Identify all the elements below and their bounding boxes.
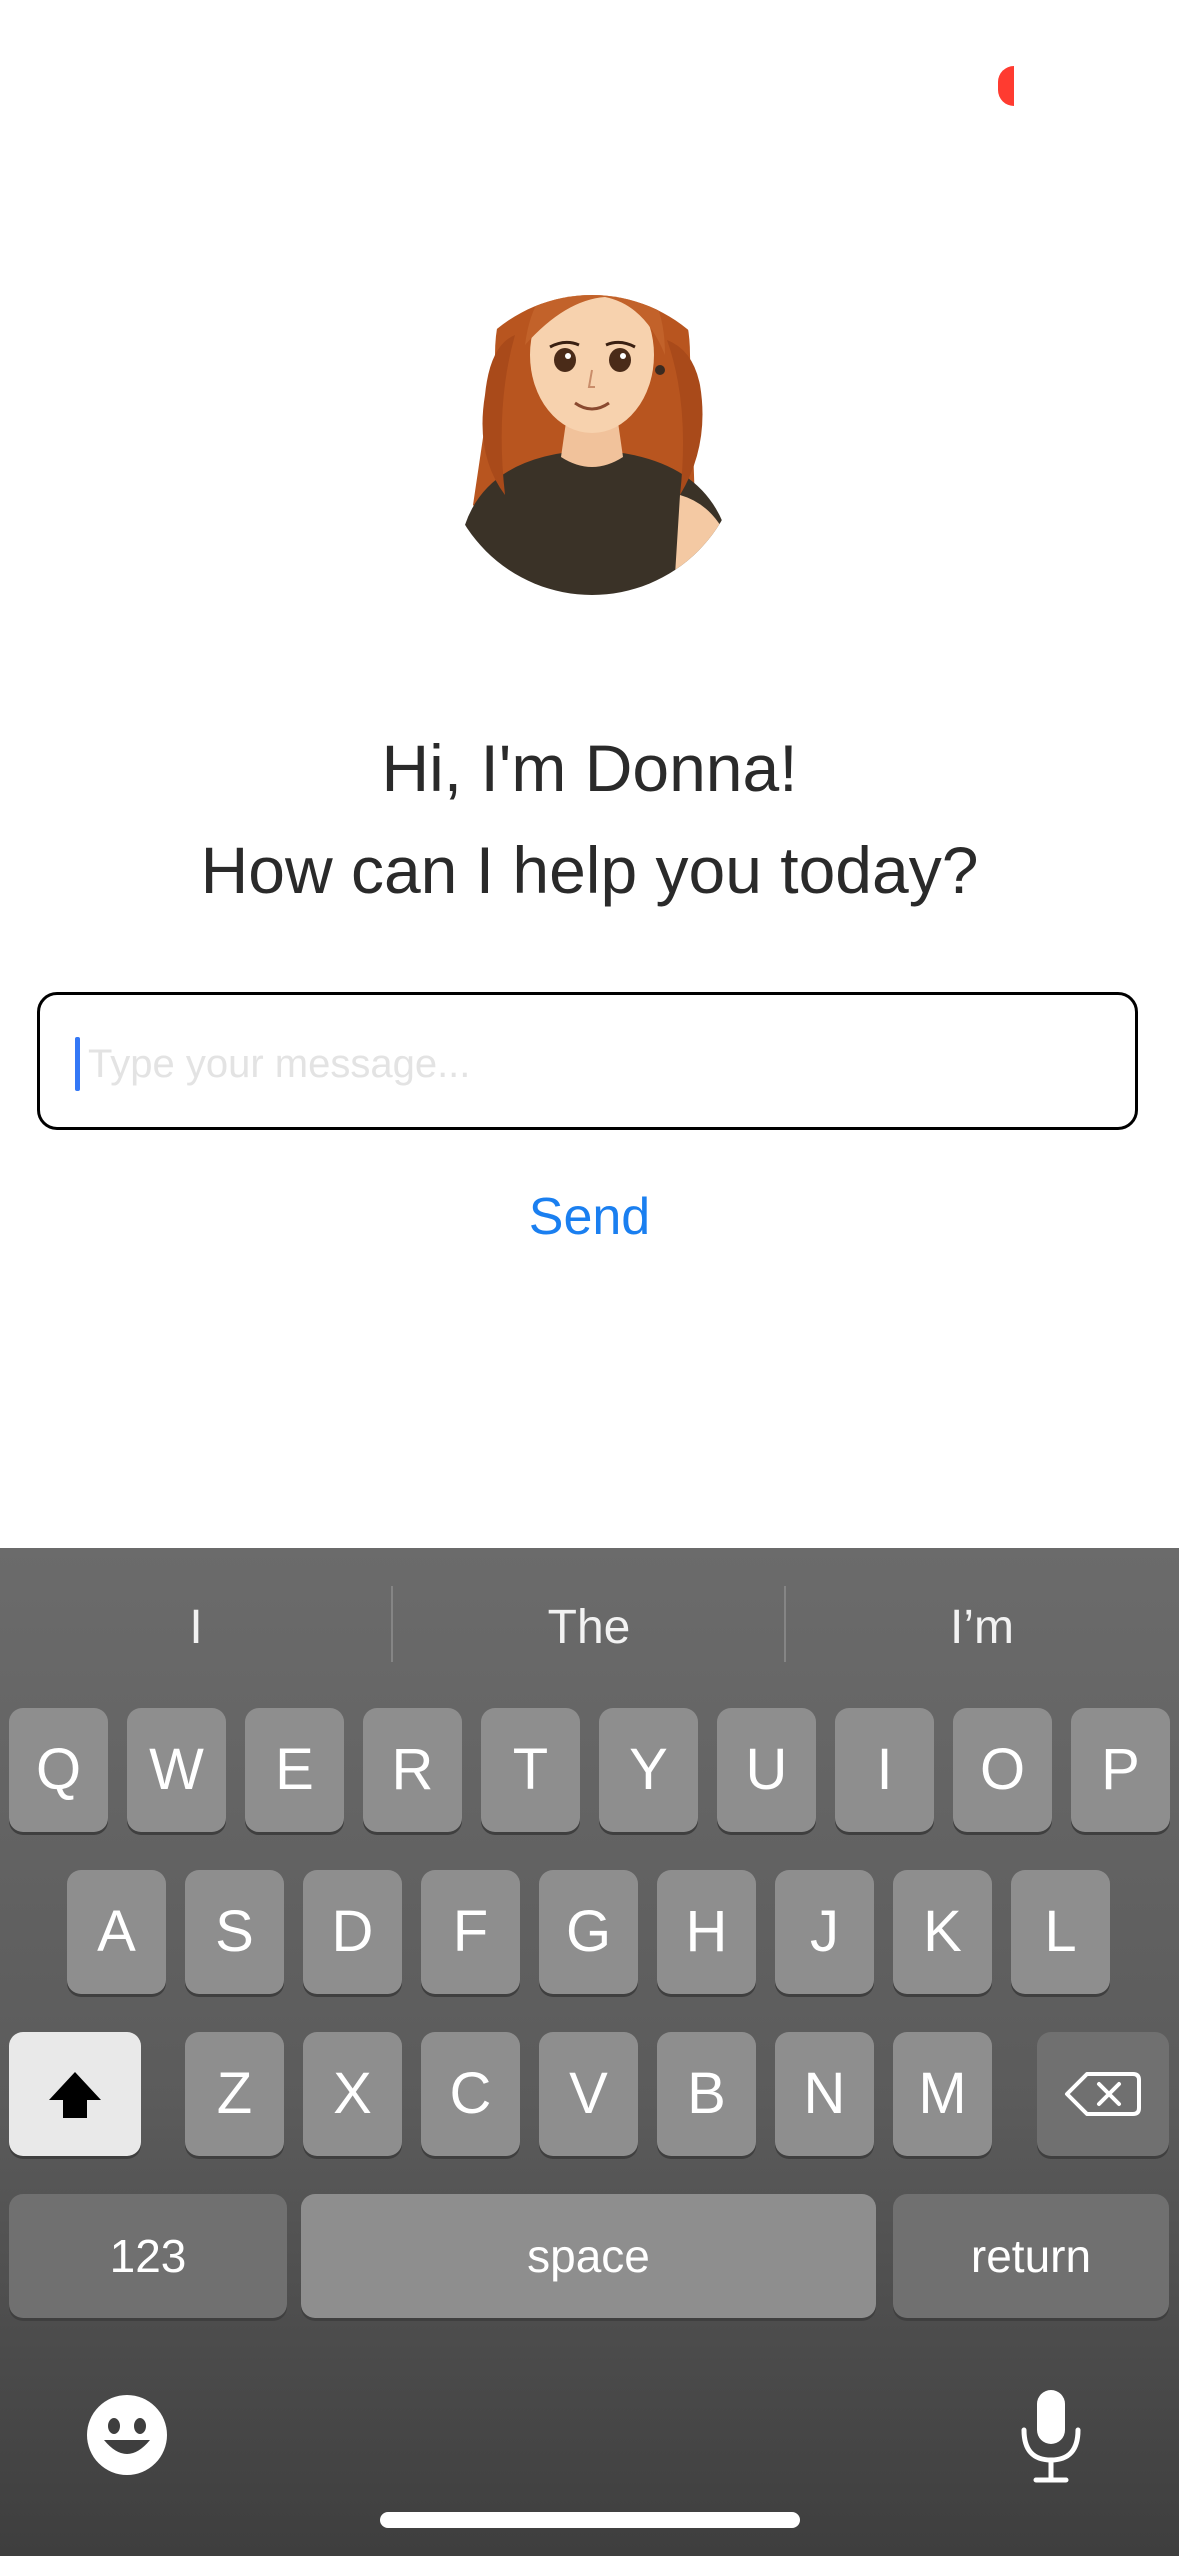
key-f[interactable]: F (421, 1870, 520, 1994)
key-h[interactable]: H (657, 1870, 756, 1994)
recording-indicator (998, 66, 1014, 106)
key-w[interactable]: W (127, 1708, 226, 1832)
greeting-subtitle: How can I help you today? (200, 833, 979, 907)
backspace-icon (1065, 2072, 1141, 2116)
key-s[interactable]: S (185, 1870, 284, 1994)
suggestion-2[interactable]: The (393, 1548, 785, 1708)
text-caret (75, 1037, 80, 1091)
keyboard: I The I’m Q W E R T Y U I O P A S D F G … (0, 1548, 1179, 2556)
home-indicator (380, 2512, 800, 2528)
key-k[interactable]: K (893, 1870, 992, 1994)
shift-key[interactable] (9, 2032, 141, 2156)
key-o[interactable]: O (953, 1708, 1052, 1832)
message-placeholder: Type your message... (88, 1042, 471, 1086)
key-v[interactable]: V (539, 2032, 638, 2156)
key-e[interactable]: E (245, 1708, 344, 1832)
key-j[interactable]: J (775, 1870, 874, 1994)
message-input[interactable]: Type your message... (37, 992, 1138, 1130)
key-n[interactable]: N (775, 2032, 874, 2156)
predictive-bar: I The I’m (0, 1548, 1179, 1708)
suggestion-3[interactable]: I’m (786, 1548, 1178, 1708)
send-button[interactable]: Send (0, 1182, 1179, 1252)
delete-key[interactable] (1037, 2032, 1169, 2156)
numbers-key[interactable]: 123 (9, 2194, 287, 2318)
key-a[interactable]: A (67, 1870, 166, 1994)
suggestion-1[interactable]: I (0, 1548, 392, 1708)
donna-avatar (455, 295, 730, 595)
key-z[interactable]: Z (185, 2032, 284, 2156)
key-u[interactable]: U (717, 1708, 816, 1832)
greeting-title: Hi, I'm Donna! (381, 731, 798, 805)
return-key[interactable]: return (893, 2194, 1169, 2318)
key-p[interactable]: P (1071, 1708, 1170, 1832)
shift-icon (49, 2072, 101, 2118)
key-d[interactable]: D (303, 1870, 402, 1994)
key-l[interactable]: L (1011, 1870, 1110, 1994)
key-i[interactable]: I (835, 1708, 934, 1832)
key-q[interactable]: Q (9, 1708, 108, 1832)
key-b[interactable]: B (657, 2032, 756, 2156)
space-key[interactable]: space (301, 2194, 876, 2318)
key-y[interactable]: Y (599, 1708, 698, 1832)
key-x[interactable]: X (303, 2032, 402, 2156)
key-g[interactable]: G (539, 1870, 638, 1994)
key-m[interactable]: M (893, 2032, 992, 2156)
microphone-icon[interactable] (1016, 2388, 1086, 2484)
emoji-icon[interactable] (86, 2394, 168, 2476)
key-t[interactable]: T (481, 1708, 580, 1832)
key-c[interactable]: C (421, 2032, 520, 2156)
key-r[interactable]: R (363, 1708, 462, 1832)
